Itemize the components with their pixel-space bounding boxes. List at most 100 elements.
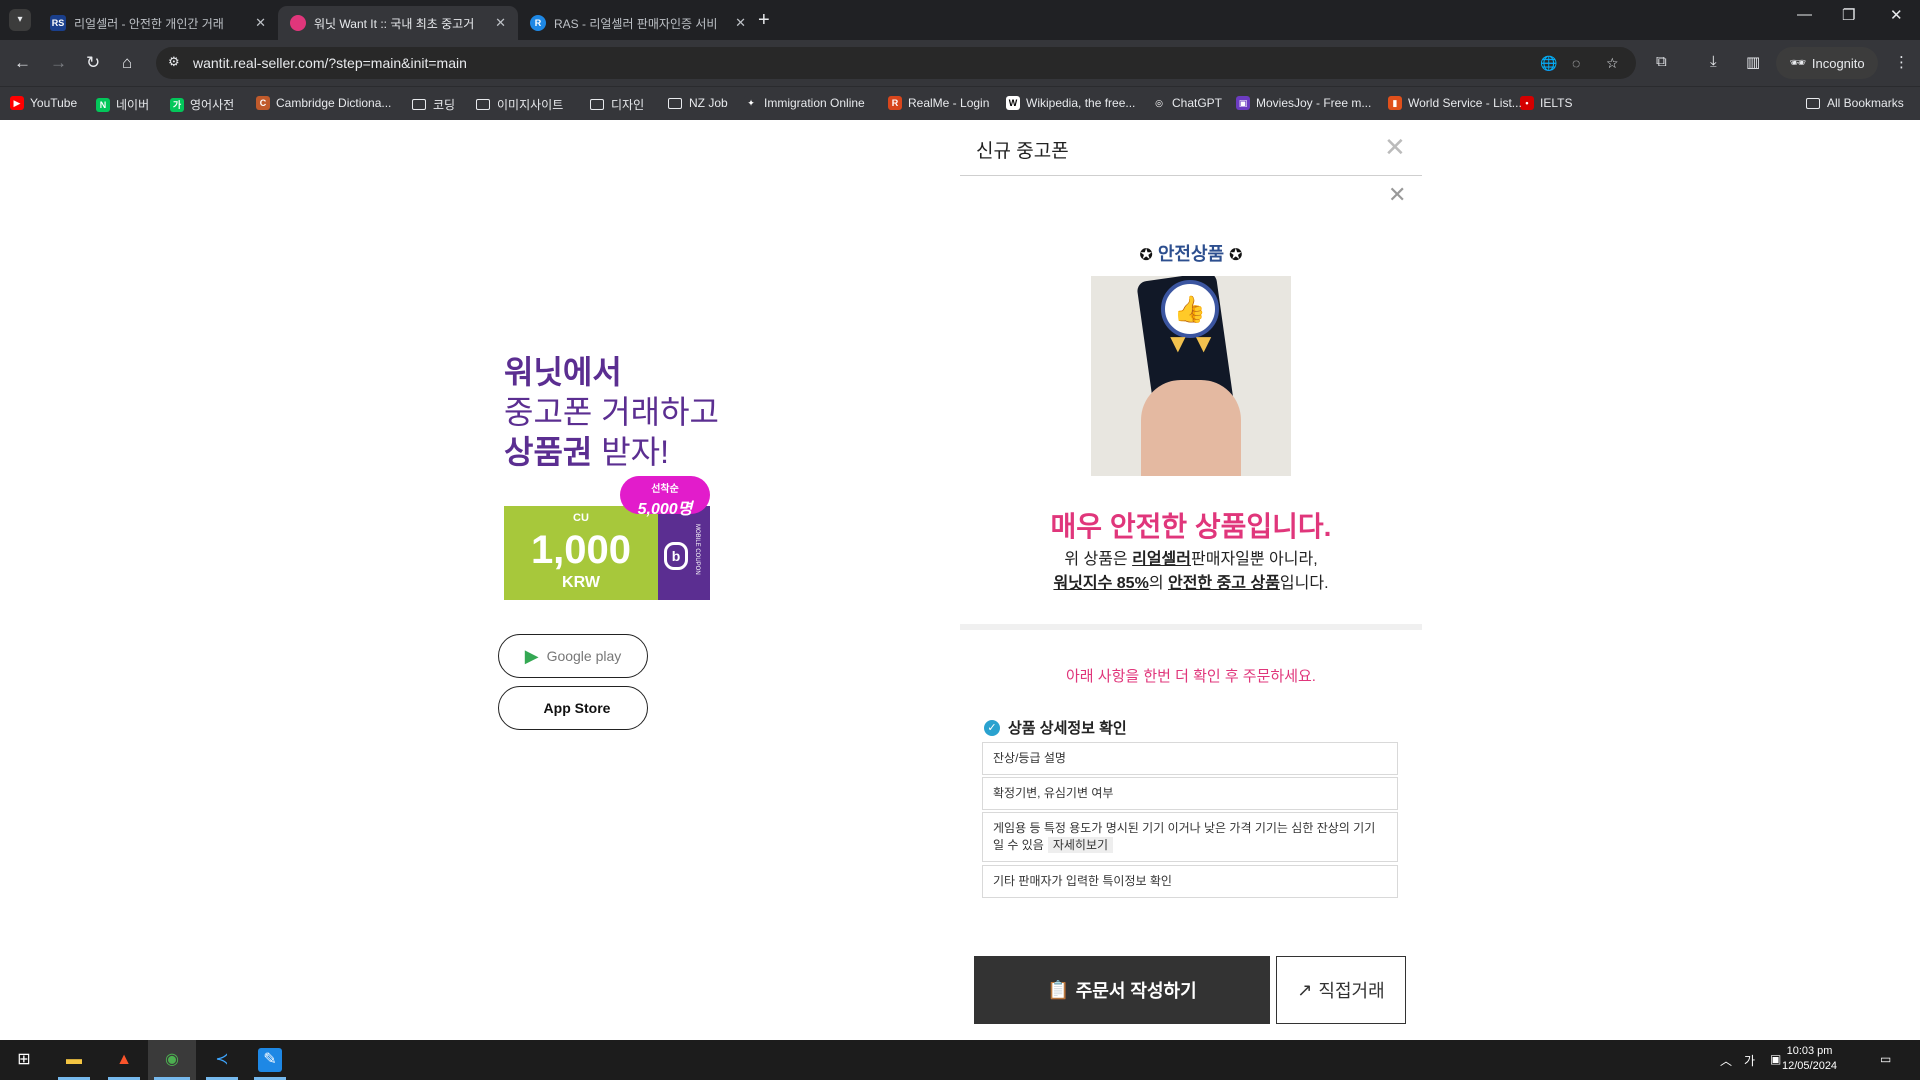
bookmark-item[interactable]: N 네이버 xyxy=(96,96,149,113)
bookmark-item[interactable]: ▣ MoviesJoy - Free m... xyxy=(1236,96,1371,110)
dictionary-icon: 가 xyxy=(170,97,184,112)
eye-off-icon[interactable]: ◌ xyxy=(1572,55,1580,71)
star-icon: ✪ xyxy=(1229,247,1243,264)
bookmark-item[interactable]: 이미지사이트 xyxy=(476,96,563,113)
realseller-link[interactable]: 리얼셀러 xyxy=(1132,551,1191,568)
windows-taskbar: ⊞ ▬ ▲ ◉ ≺ ✎ ︿ 가 ▣ 10:03 pm 12/05/2024 ▭ xyxy=(0,1040,1920,1080)
tab-ras[interactable]: R RAS - 리얼셀러 판매자인증 서비 ✕ xyxy=(518,6,758,40)
address-bar[interactable]: ⚙ wantit.real-seller.com/?step=main&init… xyxy=(156,47,1636,79)
bookmark-label: 네이버 xyxy=(116,98,150,112)
bookmark-item[interactable]: 가 영어사전 xyxy=(170,96,234,113)
forward-button[interactable]: → xyxy=(50,53,67,73)
bookmark-item[interactable]: ▶ YouTube xyxy=(10,96,77,110)
browser-chrome: ▾ RS 리얼셀러 - 안전한 개인간 거래 ✕ 워닛 Want It :: 국… xyxy=(0,0,1920,120)
folder-icon xyxy=(476,99,490,110)
coupon-currency: KRW xyxy=(562,574,600,591)
vscode-icon[interactable]: ≺ xyxy=(210,1048,234,1072)
menu-icon[interactable]: ⋮ xyxy=(1894,53,1909,71)
desc-text: 입니다. xyxy=(1279,575,1329,592)
google-play-button[interactable]: ▶ Google play xyxy=(498,634,648,678)
bookmark-item[interactable]: C Cambridge Dictiona... xyxy=(256,96,391,110)
extensions-icon[interactable]: ⧉ xyxy=(1656,53,1667,70)
tab-search-button[interactable]: ▾ xyxy=(9,9,31,31)
order-notice: 아래 사항을 한번 더 확인 후 주문하세요. xyxy=(1066,668,1316,685)
close-icon[interactable]: ✕ xyxy=(495,15,506,31)
network-icon[interactable]: ▣ xyxy=(1770,1052,1781,1066)
close-icon[interactable]: ✕ xyxy=(1388,182,1406,208)
wikipedia-icon: W xyxy=(1006,96,1020,110)
translate-icon[interactable]: 🌐 xyxy=(1540,55,1557,72)
check-item-text: 잔상/등급 설명 xyxy=(993,751,1066,765)
url-text[interactable]: wantit.real-seller.com/?step=main&init=m… xyxy=(193,55,467,71)
tray-chevron-icon[interactable]: ︿ xyxy=(1720,1052,1732,1069)
app-store-button[interactable]: App Store xyxy=(498,686,648,730)
view-details-button[interactable]: 자세히보기 xyxy=(1047,837,1114,853)
close-icon[interactable]: ✕ xyxy=(255,15,266,31)
tab-title: RAS - 리얼셀러 판매자인증 서비 xyxy=(554,16,718,31)
incognito-indicator[interactable]: 🕶 Incognito xyxy=(1776,47,1878,79)
youtube-icon: ▶ xyxy=(10,96,24,110)
brave-browser-icon[interactable]: ▲ xyxy=(112,1048,136,1072)
bookmark-item[interactable]: 디자인 xyxy=(590,96,644,113)
realme-icon: R xyxy=(888,96,902,110)
check-circle-icon: ✓ xyxy=(984,719,1000,736)
all-bookmarks[interactable]: All Bookmarks xyxy=(1806,96,1904,110)
desc-text: 의 xyxy=(1148,575,1168,592)
write-order-button[interactable]: 📋 주문서 작성하기 xyxy=(974,956,1270,1024)
close-icon[interactable]: ✕ xyxy=(735,15,746,31)
bookmarks-bar: • IELTS ▮ World Service - List... ▣ MoviesJoy… xyxy=(0,86,1920,120)
bookmark-label: ChatGPT xyxy=(1172,96,1223,110)
tab-wantit[interactable]: 워닛 Want It :: 국내 최초 중고거 ✕ xyxy=(278,6,518,40)
wantit-index-link[interactable]: 워닛지수 85% xyxy=(1053,575,1148,592)
site-info-icon[interactable]: ⚙ xyxy=(168,54,180,70)
windows-start-icon[interactable]: ⊞ xyxy=(12,1048,36,1072)
bookmark-item[interactable]: ▮ World Service - List... xyxy=(1388,96,1522,110)
safe-used-product-link[interactable]: 안전한 중고 상품 xyxy=(1168,575,1280,592)
clock-date: 12/05/2024 xyxy=(1782,1060,1838,1072)
bookmark-item[interactable]: R RealMe - Login xyxy=(888,96,989,110)
bookmark-label: Immigration Online xyxy=(764,96,865,110)
safe-description: 위 상품은 리얼셀러판매자일뿐 아니라, 워닛지수 85%의 안전한 중고 상품… xyxy=(960,548,1422,596)
clock[interactable]: 10:03 pm 12/05/2024 xyxy=(1782,1044,1837,1074)
modal-header: 신규 중고폰 ✕ xyxy=(960,120,1422,176)
badge-small-text: 선착순 xyxy=(651,484,679,495)
window-close-button[interactable]: ✕ xyxy=(1890,6,1903,24)
bookmark-item[interactable]: ✦ Immigration Online xyxy=(744,96,865,110)
cu-coupon-image: CU 1,000 KRW b MOBILE COUPON 선착순 5,000명 xyxy=(504,476,710,600)
restore-button[interactable]: ❐ xyxy=(1842,6,1855,24)
paint-app-icon[interactable]: ✎ xyxy=(258,1048,282,1072)
bookmark-label: Wikipedia, the free... xyxy=(1026,96,1136,110)
check-item: 기타 판매자가 입력한 특이정보 확인 xyxy=(982,865,1398,898)
moviesjoy-icon: ▣ xyxy=(1236,96,1250,110)
bookmark-label: 이미지사이트 xyxy=(497,98,564,112)
close-icon[interactable]: ✕ xyxy=(1384,132,1406,163)
bookmark-item[interactable]: 코딩 xyxy=(412,96,455,113)
notification-icon[interactable]: ▭ xyxy=(1880,1052,1891,1066)
back-button[interactable]: ← xyxy=(14,53,31,73)
bookmark-label: 영어사전 xyxy=(190,98,235,112)
side-panel-icon[interactable]: ▥ xyxy=(1746,53,1760,71)
home-button[interactable]: ⌂ xyxy=(122,53,132,73)
bookmark-item[interactable]: NZ Job xyxy=(668,96,728,110)
bookmark-item[interactable]: ◎ ChatGPT xyxy=(1152,96,1222,110)
download-icon[interactable]: ⤓ xyxy=(1710,53,1717,70)
chatgpt-icon: ◎ xyxy=(1152,96,1166,110)
coupon-amount: 1,000 xyxy=(530,528,632,572)
check-item: 게임용 등 특정 용도가 명시된 기기 이거나 낮은 가격 기기는 심한 잔상의… xyxy=(982,812,1398,862)
file-explorer-icon[interactable]: ▬ xyxy=(62,1048,86,1072)
desc-text: 위 상품은 xyxy=(1064,551,1133,568)
ime-indicator[interactable]: 가 xyxy=(1744,1052,1755,1069)
reload-button[interactable]: ↻ xyxy=(86,53,100,73)
new-tab-button[interactable]: + xyxy=(758,9,770,32)
star-icon[interactable]: ☆ xyxy=(1606,55,1619,72)
modal-title: 신규 중고폰 xyxy=(976,141,1069,162)
tab-realseller[interactable]: RS 리얼셀러 - 안전한 개인간 거래 ✕ xyxy=(38,6,278,40)
tab-title: 리얼셀러 - 안전한 개인간 거래 xyxy=(74,16,224,31)
bookmark-item[interactable]: W Wikipedia, the free... xyxy=(1006,96,1135,110)
product-modal: 신규 중고폰 ✕ ✕ ✪ 안전상품 ✪ 👍 ▼▼ 매우 안전한 상품입니다. 위… xyxy=(960,120,1422,1040)
bookmark-item[interactable]: • IELTS xyxy=(1520,96,1572,110)
minimize-button[interactable]: — xyxy=(1797,6,1812,23)
direct-trade-button[interactable]: ↗ 직접거래 xyxy=(1276,956,1406,1024)
tab-strip: ▾ RS 리얼셀러 - 안전한 개인간 거래 ✕ 워닛 Want It :: 국… xyxy=(0,0,1920,40)
chrome-icon[interactable]: ◉ xyxy=(160,1048,184,1072)
